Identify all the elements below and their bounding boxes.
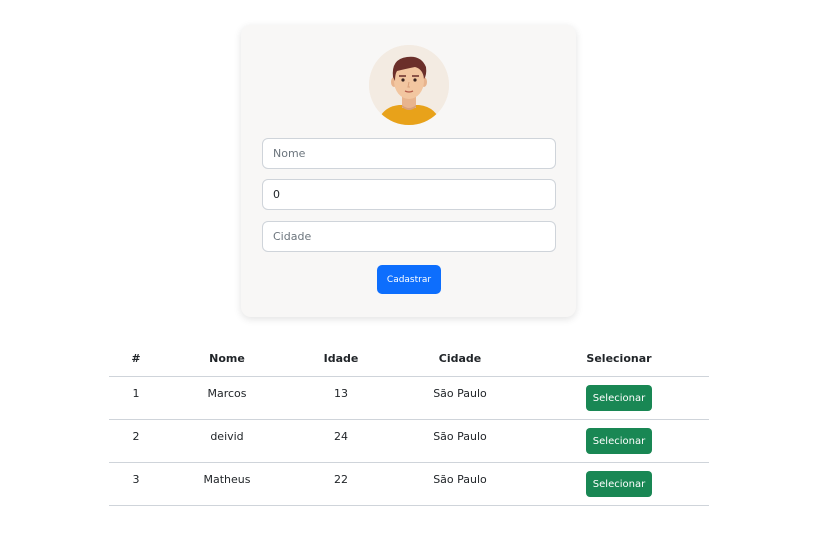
- table-row: 3 Matheus 22 São Paulo Selecionar: [109, 462, 709, 506]
- cell-action: Selecionar: [529, 376, 709, 420]
- column-header-name: Nome: [163, 340, 291, 377]
- cell-name: deivid: [163, 419, 291, 463]
- column-header-id: #: [109, 340, 163, 377]
- column-header-select: Selecionar: [529, 340, 709, 377]
- cell-age: 22: [291, 462, 391, 506]
- cell-id: 2: [109, 419, 163, 463]
- cell-city: São Paulo: [391, 462, 529, 506]
- name-input[interactable]: [262, 138, 556, 169]
- column-header-age: Idade: [291, 340, 391, 377]
- age-input[interactable]: [262, 179, 556, 210]
- select-button[interactable]: Selecionar: [586, 385, 652, 411]
- cell-id: 1: [109, 376, 163, 420]
- table-header-row: # Nome Idade Cidade Selecionar: [109, 340, 709, 377]
- person-avatar-icon: [369, 45, 449, 125]
- cell-name: Matheus: [163, 462, 291, 506]
- people-table: # Nome Idade Cidade Selecionar 1 Marcos …: [109, 340, 709, 506]
- cell-action: Selecionar: [529, 462, 709, 506]
- cell-city: São Paulo: [391, 376, 529, 420]
- select-button[interactable]: Selecionar: [586, 428, 652, 454]
- table-row: 1 Marcos 13 São Paulo Selecionar: [109, 376, 709, 420]
- cell-city: São Paulo: [391, 419, 529, 463]
- register-button[interactable]: Cadastrar: [377, 265, 441, 294]
- column-header-city: Cidade: [391, 340, 529, 377]
- select-button[interactable]: Selecionar: [586, 471, 652, 497]
- cell-age: 24: [291, 419, 391, 463]
- table-row: 2 deivid 24 São Paulo Selecionar: [109, 419, 709, 463]
- city-input[interactable]: [262, 221, 556, 252]
- cell-id: 3: [109, 462, 163, 506]
- cell-age: 13: [291, 376, 391, 420]
- registration-card: Cadastrar: [241, 25, 576, 317]
- cell-action: Selecionar: [529, 419, 709, 463]
- cell-name: Marcos: [163, 376, 291, 420]
